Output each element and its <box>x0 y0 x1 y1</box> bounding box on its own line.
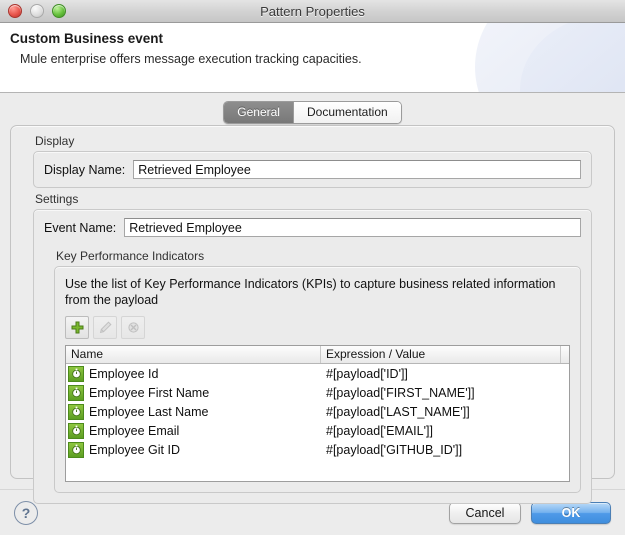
help-button[interactable]: ? <box>14 501 38 525</box>
page-title: Custom Business event <box>10 31 625 46</box>
settings-group-box: Event Name: Key Performance Indicators U… <box>33 209 592 504</box>
column-header-name[interactable]: Name <box>66 346 321 363</box>
kpi-table-body: Employee Id #[payload['ID']] <box>66 364 569 481</box>
kpi-name: Employee Id <box>89 367 158 381</box>
kpi-name: Employee Email <box>89 424 179 438</box>
tab-general[interactable]: General <box>224 102 294 123</box>
table-row[interactable]: Employee Id #[payload['ID']] <box>66 364 569 383</box>
event-name-label: Event Name: <box>44 221 116 235</box>
window-controls <box>0 4 66 18</box>
kpi-section: Key Performance Indicators Use the list … <box>54 249 581 493</box>
pattern-properties-dialog: Pattern Properties Custom Business event… <box>0 0 625 535</box>
title-bar: Pattern Properties <box>0 0 625 23</box>
kpi-group-label: Key Performance Indicators <box>56 249 581 263</box>
display-section: Display Display Name: <box>33 134 592 188</box>
table-row[interactable]: Employee Git ID #[payload['GITHUB_ID']] <box>66 440 569 459</box>
table-row[interactable]: Employee Email #[payload['EMAIL']] <box>66 421 569 440</box>
gauge-icon <box>71 444 82 455</box>
table-row[interactable]: Employee First Name #[payload['FIRST_NAM… <box>66 383 569 402</box>
delete-kpi-button[interactable] <box>121 316 145 339</box>
dialog-body: General Documentation Display Display Na… <box>0 93 625 489</box>
kpi-icon <box>68 385 84 401</box>
tab-documentation[interactable]: Documentation <box>294 102 401 123</box>
cell-name: Employee Id <box>66 366 321 382</box>
plus-icon <box>71 321 84 334</box>
kpi-expression: #[payload['GITHUB_ID']] <box>321 443 569 457</box>
edit-kpi-button[interactable] <box>93 316 117 339</box>
table-empty-space <box>66 459 569 481</box>
kpi-group-box: Use the list of Key Performance Indicato… <box>54 266 581 493</box>
minimize-button[interactable] <box>30 4 44 18</box>
cell-name: Employee Git ID <box>66 442 321 458</box>
tab-bar: General Documentation <box>0 101 625 124</box>
kpi-toolbar <box>65 316 570 339</box>
gauge-icon <box>71 387 82 398</box>
dialog-header: Custom Business event Mule enterprise of… <box>0 23 625 93</box>
kpi-table: Name Expression / Value <box>65 345 570 482</box>
pencil-icon <box>99 321 112 334</box>
window-title: Pattern Properties <box>0 4 625 19</box>
delete-icon <box>127 321 140 334</box>
display-group-box: Display Name: <box>33 151 592 188</box>
column-header-expression[interactable]: Expression / Value <box>321 346 561 363</box>
gauge-icon <box>71 425 82 436</box>
event-name-input[interactable] <box>124 218 581 237</box>
add-kpi-button[interactable] <box>65 316 89 339</box>
cell-name: Employee Last Name <box>66 404 321 420</box>
cell-name: Employee First Name <box>66 385 321 401</box>
display-group-label: Display <box>35 134 592 148</box>
kpi-expression: #[payload['LAST_NAME']] <box>321 405 569 419</box>
kpi-expression: #[payload['EMAIL']] <box>321 424 569 438</box>
ok-button[interactable]: OK <box>531 502 611 524</box>
kpi-name: Employee First Name <box>89 386 209 400</box>
kpi-icon <box>68 366 84 382</box>
kpi-expression: #[payload['FIRST_NAME']] <box>321 386 569 400</box>
settings-group-label: Settings <box>35 192 592 206</box>
event-name-row: Event Name: <box>44 218 581 237</box>
general-tab-panel: Display Display Name: Settings Event Nam… <box>10 125 615 479</box>
display-name-row: Display Name: <box>44 160 581 179</box>
close-button[interactable] <box>8 4 22 18</box>
kpi-icon <box>68 442 84 458</box>
display-name-input[interactable] <box>133 160 581 179</box>
kpi-name: Employee Last Name <box>89 405 209 419</box>
kpi-table-header: Name Expression / Value <box>66 346 569 364</box>
column-header-spacer <box>561 346 569 363</box>
page-description: Mule enterprise offers message execution… <box>10 52 625 66</box>
cell-name: Employee Email <box>66 423 321 439</box>
display-name-label: Display Name: <box>44 163 125 177</box>
kpi-icon <box>68 404 84 420</box>
kpi-icon <box>68 423 84 439</box>
table-row[interactable]: Employee Last Name #[payload['LAST_NAME'… <box>66 402 569 421</box>
cancel-button[interactable]: Cancel <box>449 502 521 524</box>
kpi-expression: #[payload['ID']] <box>321 367 569 381</box>
kpi-name: Employee Git ID <box>89 443 180 457</box>
zoom-button[interactable] <box>52 4 66 18</box>
gauge-icon <box>71 406 82 417</box>
settings-section: Settings Event Name: Key Performance Ind… <box>33 192 592 504</box>
gauge-icon <box>71 368 82 379</box>
kpi-description: Use the list of Key Performance Indicato… <box>65 276 570 308</box>
